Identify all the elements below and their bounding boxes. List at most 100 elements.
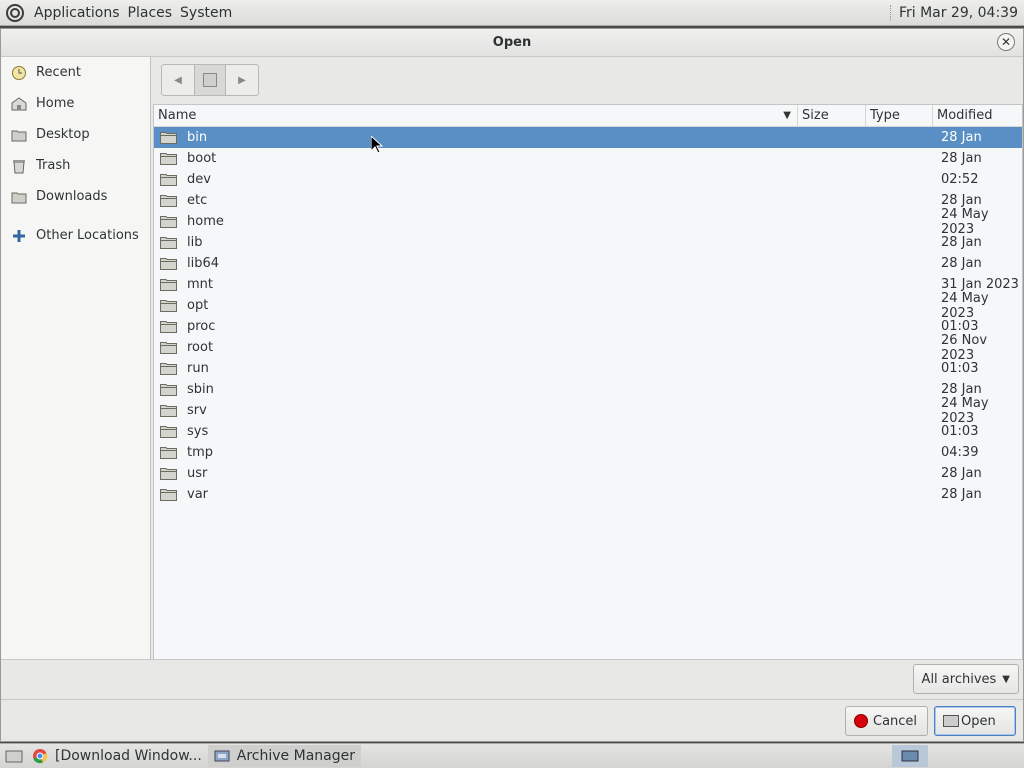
- file-modified: 01:03: [941, 361, 979, 376]
- folder-icon: [160, 216, 177, 228]
- sort-down-icon: ▼: [783, 110, 791, 121]
- file-row[interactable]: sbin 28 Jan: [154, 379, 1022, 400]
- file-row[interactable]: proc 01:03: [154, 316, 1022, 337]
- file-modified: 24 May 2023: [941, 290, 989, 321]
- menu-applications[interactable]: Applications: [30, 5, 124, 21]
- file-list[interactable]: Name ▼ Size Type Modified bin 28 Jan boot 2…: [153, 104, 1023, 686]
- file-name-cell: sbin: [154, 382, 798, 397]
- column-header-label: Type: [870, 108, 900, 123]
- file-name-cell: sys: [154, 424, 798, 439]
- sidebar-item-downloads[interactable]: Downloads: [1, 181, 150, 212]
- file-modified: 04:39: [941, 445, 979, 460]
- folder-icon: [160, 195, 177, 207]
- folder-icon: [160, 258, 177, 270]
- file-filter-dropdown[interactable]: All archives ▼: [912, 664, 1019, 694]
- file-name-cell: lib: [154, 235, 798, 250]
- file-row[interactable]: bin 28 Jan: [154, 127, 1022, 148]
- file-row[interactable]: srv 24 May 2023: [154, 396, 1022, 426]
- filter-area: All archives ▼: [1, 659, 1023, 699]
- sidebar-item-other-locations[interactable]: Other Locations: [1, 220, 150, 251]
- sidebar-item-label: Trash: [36, 158, 71, 173]
- clock-icon: [11, 65, 27, 81]
- show-desktop-button[interactable]: [2, 746, 26, 766]
- sidebar-item-recent[interactable]: Recent: [1, 57, 150, 88]
- file-name-cell: etc: [154, 193, 798, 208]
- sidebar-item-label: Downloads: [36, 189, 108, 204]
- places-sidebar: Recent Home Desktop Trash Downloads Othe…: [1, 57, 151, 686]
- file-row[interactable]: etc 28 Jan: [154, 190, 1022, 211]
- taskbar-item-download-window[interactable]: [Download Window...: [26, 745, 208, 767]
- file-modified: 01:03: [941, 424, 979, 439]
- clock[interactable]: Fri Mar 29, 04:39: [889, 4, 1024, 21]
- taskbar-item-archive-manager[interactable]: Archive Manager: [207, 745, 361, 767]
- column-header-name[interactable]: Name ▼: [154, 105, 798, 126]
- column-header-size[interactable]: Size: [798, 105, 866, 126]
- sidebar-item-desktop[interactable]: Desktop: [1, 119, 150, 150]
- menu-system[interactable]: System: [176, 5, 236, 21]
- cancel-label: Cancel: [873, 713, 918, 729]
- file-row[interactable]: usr 28 Jan: [154, 463, 1022, 484]
- file-name-cell: home: [154, 214, 798, 229]
- plus-icon: [11, 228, 27, 244]
- folder-icon: [160, 174, 177, 186]
- folder-icon: [160, 447, 177, 459]
- file-name: sbin: [187, 382, 214, 397]
- folder-icon: [160, 237, 177, 249]
- column-header-label: Size: [802, 108, 829, 123]
- column-header-label: Modified: [937, 108, 993, 123]
- folder-icon: [160, 426, 177, 438]
- sidebar-item-trash[interactable]: Trash: [1, 150, 150, 181]
- taskbar-item-label: [Download Window...: [55, 748, 202, 764]
- cancel-button[interactable]: Cancel: [845, 706, 928, 736]
- file-name-cell: bin: [154, 130, 798, 145]
- file-name: etc: [187, 193, 208, 208]
- file-modified: 26 Nov 2023: [941, 332, 988, 363]
- top-panel: Applications Places System Fri Mar 29, 0…: [0, 0, 1024, 26]
- show-desktop-icon: [5, 750, 23, 763]
- folder-icon: [160, 132, 177, 144]
- file-name: root: [187, 340, 214, 355]
- trash-icon: [11, 158, 27, 174]
- dialog-titlebar[interactable]: Open ✕: [1, 29, 1023, 57]
- file-row[interactable]: run 01:03: [154, 358, 1022, 379]
- column-header-type[interactable]: Type: [866, 105, 933, 126]
- chevron-right-icon: ▶: [238, 74, 246, 86]
- file-row[interactable]: lib 28 Jan: [154, 232, 1022, 253]
- file-name-cell: tmp: [154, 445, 798, 460]
- open-button[interactable]: Open: [934, 706, 1016, 736]
- path-bar: ◀ ▶: [161, 64, 259, 96]
- folder-icon: [160, 405, 177, 417]
- path-forward-button[interactable]: ▶: [226, 65, 258, 95]
- close-button[interactable]: ✕: [997, 33, 1015, 51]
- sidebar-item-home[interactable]: Home: [1, 88, 150, 119]
- file-row[interactable]: home 24 May 2023: [154, 207, 1022, 237]
- file-row[interactable]: boot 28 Jan: [154, 148, 1022, 169]
- sidebar-separator: [1, 212, 150, 220]
- archive-manager-icon: [901, 750, 919, 762]
- desktop-icon: [11, 127, 27, 143]
- distro-logo-icon[interactable]: [4, 2, 26, 24]
- chevron-left-icon: ◀: [174, 74, 182, 86]
- file-row[interactable]: opt 24 May 2023: [154, 291, 1022, 321]
- file-modified: 28 Jan: [941, 235, 982, 250]
- open-icon: [943, 715, 959, 727]
- mouse-cursor-icon: [371, 136, 383, 154]
- file-name: mnt: [187, 277, 213, 292]
- taskbar-item-label: Archive Manager: [236, 748, 355, 764]
- file-name-cell: boot: [154, 151, 798, 166]
- column-header-modified[interactable]: Modified: [933, 105, 1022, 126]
- file-row[interactable]: lib64 28 Jan: [154, 253, 1022, 274]
- folder-icon: [11, 189, 27, 205]
- file-row[interactable]: root 26 Nov 2023: [154, 333, 1022, 363]
- tray-archive-icon[interactable]: [892, 745, 928, 767]
- file-row[interactable]: tmp 04:39: [154, 442, 1022, 463]
- path-root-button[interactable]: [194, 65, 226, 95]
- menu-places[interactable]: Places: [124, 5, 177, 21]
- path-back-button[interactable]: ◀: [162, 65, 194, 95]
- close-icon: ✕: [1000, 35, 1012, 49]
- file-row[interactable]: var 28 Jan: [154, 484, 1022, 505]
- file-row[interactable]: mnt 31 Jan 2023: [154, 274, 1022, 295]
- file-filter-label: All archives: [921, 671, 997, 687]
- file-row[interactable]: dev 02:52: [154, 169, 1022, 190]
- file-row[interactable]: sys 01:03: [154, 421, 1022, 442]
